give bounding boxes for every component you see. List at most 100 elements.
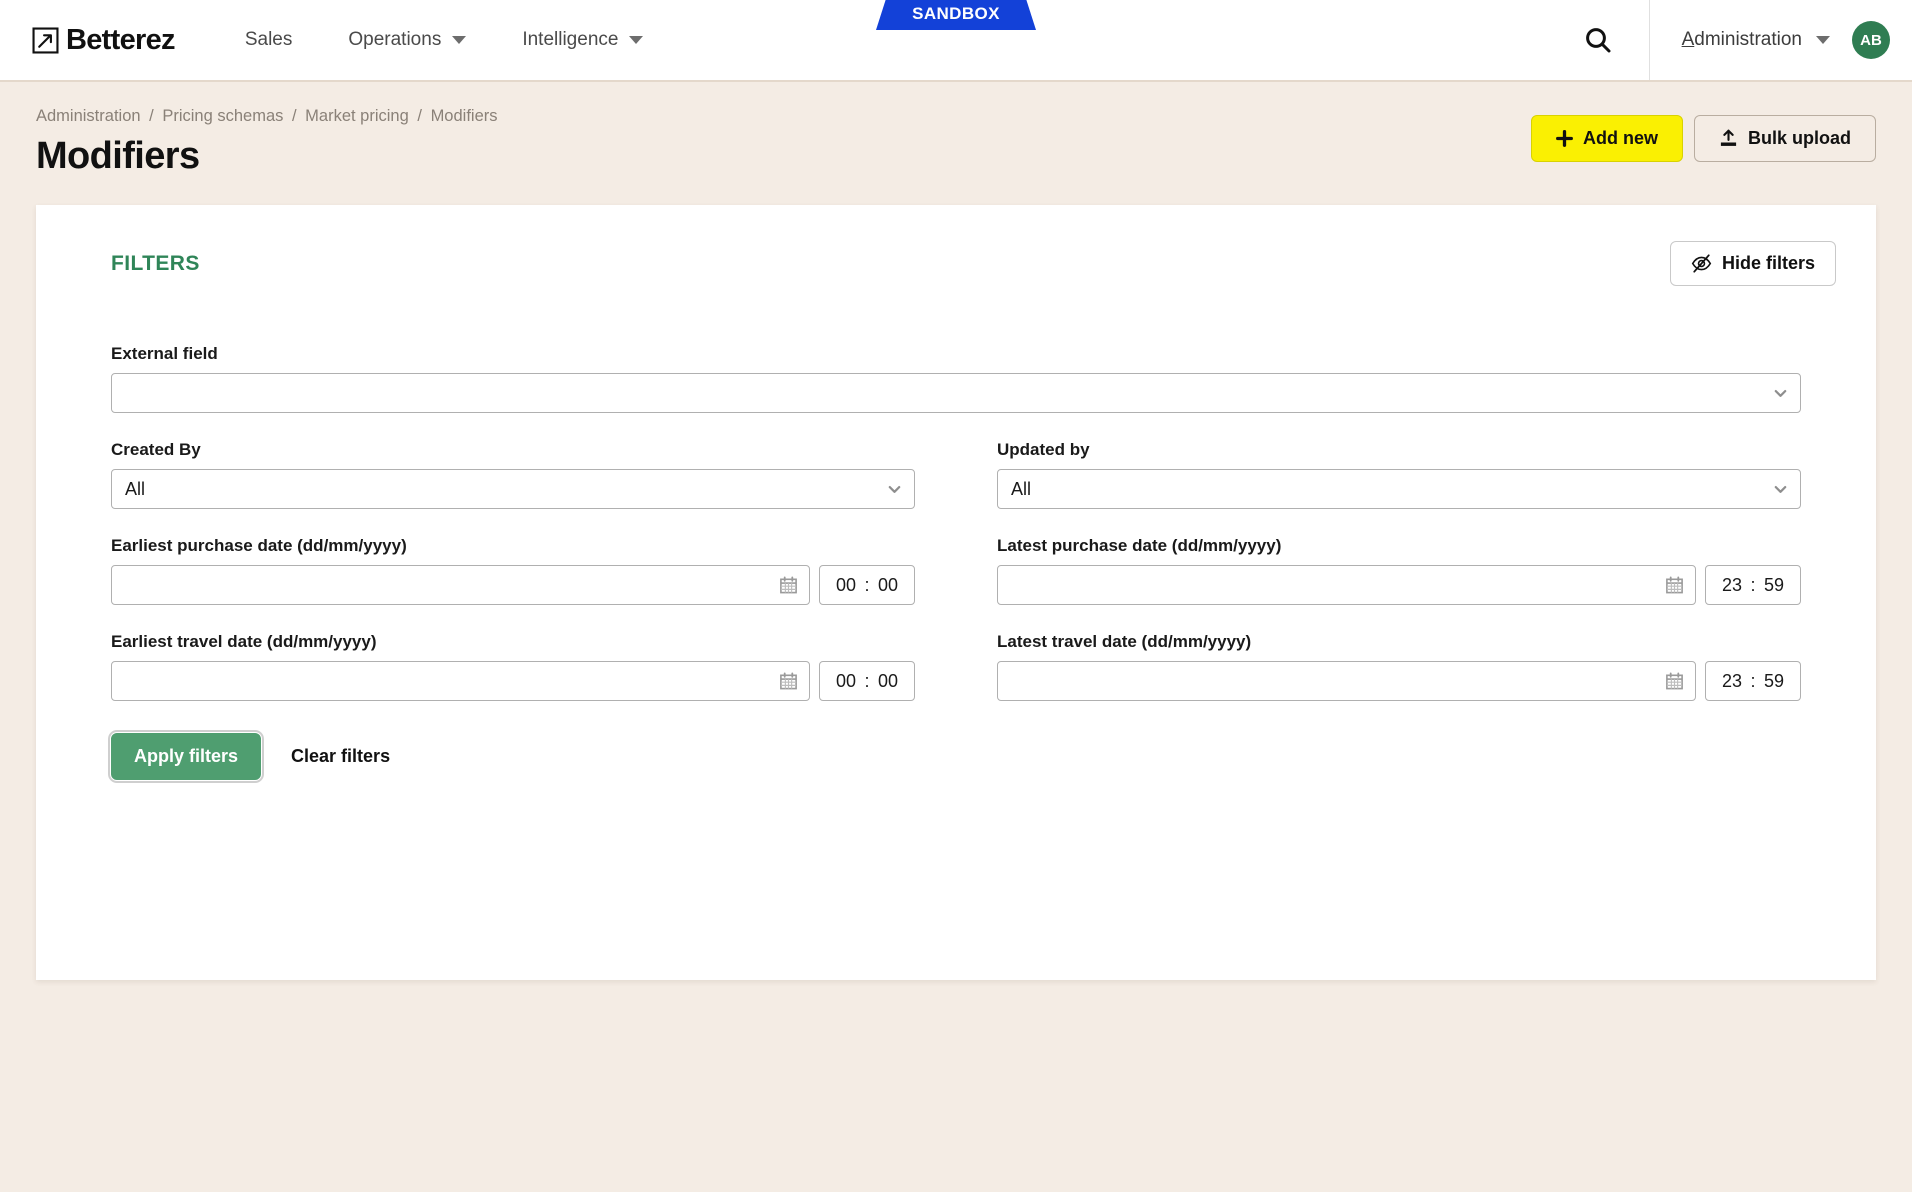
account-menu-label: Administration (1682, 29, 1802, 51)
earliest-travel-time-input[interactable]: 00 : 00 (819, 661, 915, 702)
external-field-select[interactable] (111, 373, 1801, 414)
calendar-icon (780, 576, 797, 594)
external-field-group: External field (111, 344, 1801, 414)
chevron-down-icon (1774, 486, 1787, 494)
minute-value: 59 (1763, 574, 1785, 595)
breadcrumb-separator: / (149, 107, 154, 125)
brand-logo[interactable]: Betterez (32, 23, 176, 57)
earliest-purchase-date-group: Earliest purchase date (dd/mm/yyyy) 00:… (111, 536, 915, 606)
earliest-purchase-date-input[interactable] (111, 565, 810, 606)
minute-value: 00 (877, 574, 899, 595)
latest-purchase-date-label: Latest purchase date (dd/mm/yyyy) (997, 536, 1282, 556)
minute-value: 59 (1763, 670, 1785, 691)
earliest-purchase-date-label: Earliest purchase date (dd/mm/yyyy) (111, 536, 407, 556)
purchase-date-row: Earliest purchase date (dd/mm/yyyy) 00:… (111, 536, 1801, 606)
calendar-icon (1666, 672, 1683, 690)
search-icon (1585, 28, 1611, 53)
hour-value: 23 (1721, 670, 1743, 691)
filter-actions: Apply filters Clear filters (107, 730, 1801, 784)
chevron-down-icon (452, 36, 467, 44)
minute-value: 00 (877, 670, 899, 691)
earliest-travel-date-group: Earliest travel date (dd/mm/yyyy) 00: 0… (111, 632, 915, 702)
earliest-travel-datetime: 00 : 00 (111, 661, 915, 702)
bulk-upload-button[interactable]: Bulk upload (1694, 115, 1876, 162)
add-new-button[interactable]: Add new (1531, 115, 1683, 162)
breadcrumb-item-administration[interactable]: Administration (36, 107, 141, 125)
breadcrumb-separator: / (291, 107, 297, 125)
page-title: Modifiers (36, 135, 200, 178)
breadcrumb-item-market-pricing[interactable]: Market pricing (305, 107, 409, 125)
created-by-select[interactable]: All (111, 469, 915, 510)
earliest-travel-date-label: Earliest travel date (dd/mm/yyyy) (111, 632, 377, 652)
hour-value: 00 (835, 670, 857, 691)
accesskey-letter: A (1681, 29, 1695, 50)
nav-item-sales[interactable]: Sales (217, 21, 321, 59)
page-header: Administration / Pricing schemas / Marke… (0, 82, 1912, 178)
latest-travel-date-group: Latest travel date (dd/mm/yyyy) 23: 59 (997, 632, 1801, 702)
earliest-purchase-time-input[interactable]: 00 : 00 (819, 565, 915, 606)
filters-card: FILTERS Hide filters External field Crea… (36, 205, 1876, 981)
time-separator: : (864, 574, 870, 595)
latest-travel-datetime: 23 : 59 (997, 661, 1801, 702)
brand-name: Betterez (66, 23, 176, 56)
filters-card-header: FILTERS Hide filters (76, 241, 1836, 287)
updated-by-label: Updated by (997, 440, 1090, 460)
arrow-up-right-square-icon (32, 26, 59, 54)
updated-by-group: Updated by All (997, 440, 1801, 510)
travel-date-row: Earliest travel date (dd/mm/yyyy) 00: 0… (111, 632, 1801, 702)
calendar-icon (780, 672, 797, 690)
earliest-purchase-datetime: 00 : 00 (111, 565, 915, 606)
account-menu[interactable]: Administration (1650, 29, 1852, 51)
time-separator: : (864, 670, 870, 691)
breadcrumb-separator: / (417, 107, 422, 125)
time-separator: : (1750, 574, 1756, 595)
chevron-down-icon (629, 36, 644, 44)
environment-badge: SANDBOX (876, 0, 1036, 30)
latest-travel-date-input[interactable] (997, 661, 1696, 702)
top-navigation-bar: Betterez Sales Operations Intelligence S… (0, 0, 1912, 82)
upload-icon (1720, 129, 1737, 146)
created-updated-row: Created By All Updated by All (111, 440, 1801, 510)
latest-travel-time-input[interactable]: 23 : 59 (1705, 661, 1801, 702)
calendar-icon (1666, 576, 1683, 594)
external-field-label: External field (111, 344, 218, 364)
latest-purchase-time-input[interactable]: 23 : 59 (1705, 565, 1801, 606)
hide-filters-button-label: Hide filters (1721, 253, 1815, 274)
chevron-down-icon (888, 486, 901, 494)
latest-purchase-date-input[interactable] (997, 565, 1696, 606)
nav-item-label: Sales (244, 29, 293, 50)
chevron-down-icon (1774, 390, 1787, 398)
nav-item-operations[interactable]: Operations (320, 21, 494, 59)
page-header-left: Administration / Pricing schemas / Marke… (36, 107, 498, 178)
hide-filters-button[interactable]: Hide filters (1669, 241, 1836, 287)
hour-value: 00 (835, 574, 857, 595)
apply-filters-button[interactable]: Apply filters (107, 730, 265, 784)
updated-by-select[interactable]: All (997, 469, 1801, 510)
created-by-value: All (125, 478, 146, 499)
account-menu-label-rest: dministration (1694, 29, 1802, 50)
eye-slash-icon (1691, 254, 1712, 273)
search-button[interactable] (1547, 0, 1650, 80)
created-by-label: Created By (111, 440, 201, 460)
updated-by-value: All (1011, 478, 1032, 499)
avatar[interactable]: AB (1852, 21, 1890, 59)
breadcrumb: Administration / Pricing schemas / Marke… (36, 107, 498, 125)
earliest-travel-date-input[interactable] (111, 661, 810, 702)
breadcrumb-item-modifiers[interactable]: Modifiers (431, 107, 498, 125)
latest-purchase-date-group: Latest purchase date (dd/mm/yyyy) 23: 5… (997, 536, 1801, 606)
nav-item-label: Intelligence (522, 29, 619, 50)
nav-item-intelligence[interactable]: Intelligence (494, 21, 671, 59)
created-by-group: Created By All (111, 440, 915, 510)
topbar-right-group: Administration AB (1547, 0, 1912, 80)
page-header-actions: Add new Bulk upload (1531, 115, 1876, 162)
add-new-button-label: Add new (1583, 128, 1658, 148)
filters-heading: FILTERS (111, 251, 200, 275)
clear-filters-button[interactable]: Clear filters (285, 734, 396, 779)
filters-form: External field Created By All Updated by… (76, 344, 1836, 784)
time-separator: : (1750, 670, 1756, 691)
hour-value: 23 (1721, 574, 1743, 595)
plus-icon (1556, 130, 1573, 147)
breadcrumb-item-pricing-schemas[interactable]: Pricing schemas (162, 107, 283, 125)
bulk-upload-button-label: Bulk upload (1748, 128, 1851, 148)
chevron-down-icon (1816, 36, 1830, 44)
